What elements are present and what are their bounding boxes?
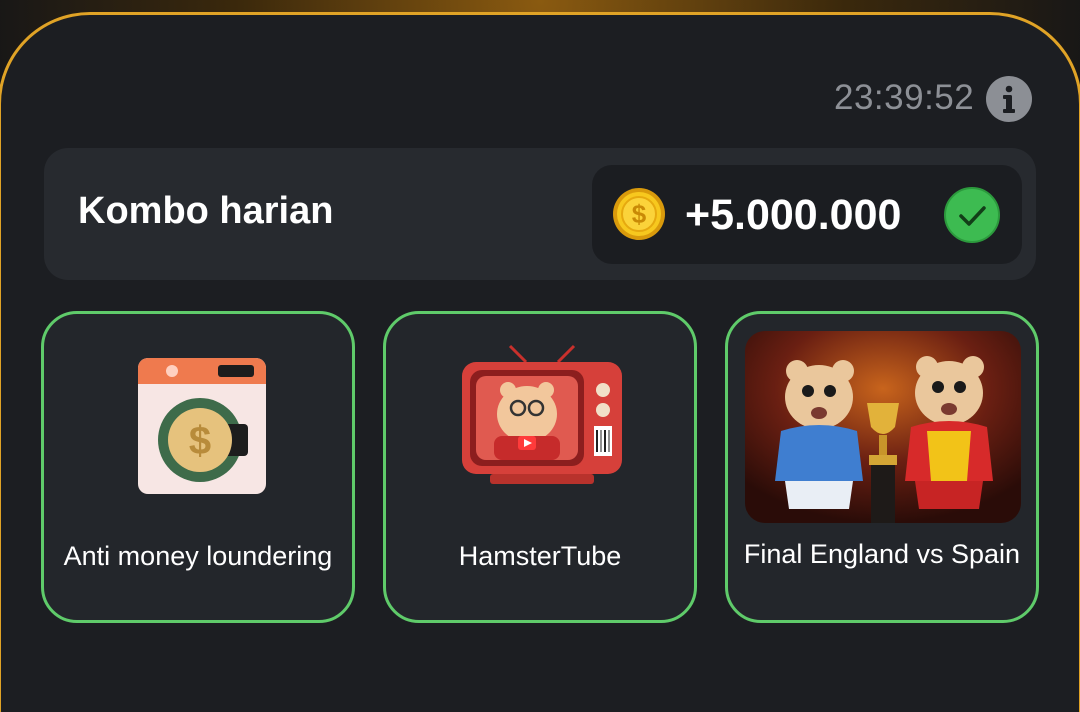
combo-card-hamstertube[interactable]: HamsterTube: [383, 311, 697, 623]
check-icon: [944, 187, 1000, 243]
wallet-coin-icon: $: [138, 358, 266, 494]
info-icon[interactable]: [986, 76, 1032, 122]
hamster-tv-icon: [462, 344, 622, 484]
daily-combo-title: Kombo harian: [78, 190, 334, 232]
card-label: Final England vs Spain: [743, 539, 1021, 569]
svg-text:$: $: [632, 199, 647, 229]
combo-card-final-england-vs-spain[interactable]: Final England vs Spain: [725, 311, 1039, 623]
countdown-timer: 23:39:52: [834, 78, 975, 117]
svg-text:$: $: [189, 419, 211, 463]
coin-icon: $: [613, 188, 665, 240]
card-label: Anti money loundering: [63, 541, 333, 571]
daily-combo-bar: Kombo harian $ +5.000.000: [44, 148, 1036, 280]
combo-reward-amount: +5.000.000: [685, 191, 902, 239]
card-label: HamsterTube: [458, 541, 622, 571]
combo-reward-box: $ +5.000.000: [592, 165, 1022, 264]
hamsters-trophy-image: [745, 331, 1021, 523]
combo-card-anti-money-laundering[interactable]: $ Anti money loundering: [41, 311, 355, 623]
